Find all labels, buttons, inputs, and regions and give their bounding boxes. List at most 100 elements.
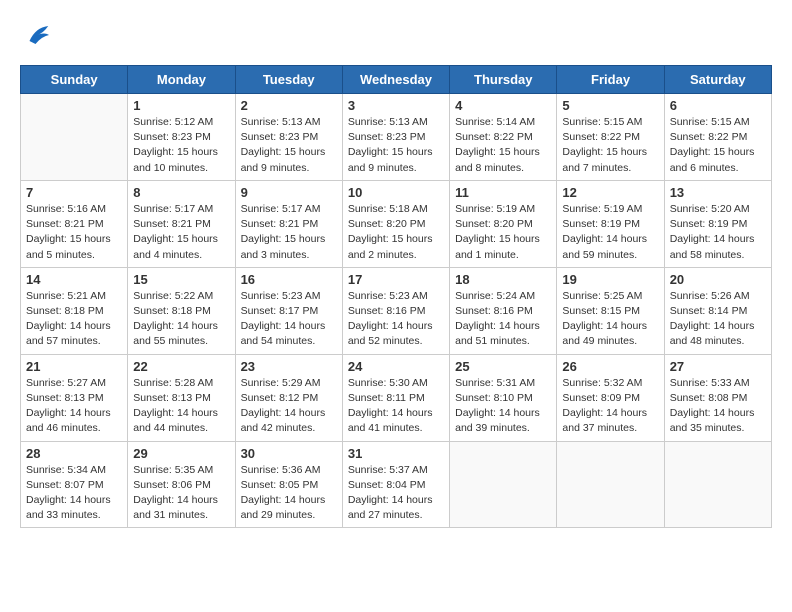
day-number: 28 (26, 446, 122, 461)
weekday-header-monday: Monday (128, 66, 235, 94)
calendar-cell (557, 441, 664, 528)
day-number: 30 (241, 446, 337, 461)
day-info: Sunrise: 5:12 AMSunset: 8:23 PMDaylight:… (133, 115, 229, 176)
calendar-header: SundayMondayTuesdayWednesdayThursdayFrid… (21, 66, 772, 94)
calendar-week-5: 28Sunrise: 5:34 AMSunset: 8:07 PMDayligh… (21, 441, 772, 528)
calendar-cell: 17Sunrise: 5:23 AMSunset: 8:16 PMDayligh… (342, 267, 449, 354)
day-number: 10 (348, 185, 444, 200)
day-info: Sunrise: 5:15 AMSunset: 8:22 PMDaylight:… (670, 115, 766, 176)
weekday-header-friday: Friday (557, 66, 664, 94)
calendar-cell: 18Sunrise: 5:24 AMSunset: 8:16 PMDayligh… (450, 267, 557, 354)
weekday-header-sunday: Sunday (21, 66, 128, 94)
day-info: Sunrise: 5:31 AMSunset: 8:10 PMDaylight:… (455, 376, 551, 437)
day-number: 25 (455, 359, 551, 374)
calendar-cell: 12 Sunrise: 5:19 AMSunset: 8:19 PMDayligh… (557, 180, 664, 267)
calendar-cell (664, 441, 771, 528)
day-info: Sunrise: 5:25 AMSunset: 8:15 PMDaylight:… (562, 289, 658, 350)
day-info: Sunrise: 5:26 AMSunset: 8:14 PMDaylight:… (670, 289, 766, 350)
calendar-cell: 30 Sunrise: 5:36 AMSunset: 8:05 PMDayligh… (235, 441, 342, 528)
day-number: 12 (562, 185, 658, 200)
calendar-week-4: 21 Sunrise: 5:27 AMSunset: 8:13 PMDayligh… (21, 354, 772, 441)
day-info: Sunrise: 5:13 AMSunset: 8:23 PMDaylight:… (241, 115, 337, 176)
calendar-cell: 7 Sunrise: 5:16 AMSunset: 8:21 PMDaylight… (21, 180, 128, 267)
day-info: Sunrise: 5:28 AMSunset: 8:13 PMDaylight:… (133, 376, 229, 437)
calendar-week-1: 1 Sunrise: 5:12 AMSunset: 8:23 PMDaylight… (21, 94, 772, 181)
day-info: Sunrise: 5:22 AMSunset: 8:18 PMDaylight:… (133, 289, 229, 350)
day-number: 1 (133, 98, 229, 113)
day-info: Sunrise: 5:36 AMSunset: 8:05 PMDaylight:… (241, 463, 337, 524)
day-number: 7 (26, 185, 122, 200)
day-info: Sunrise: 5:18 AMSunset: 8:20 PMDaylight:… (348, 202, 444, 263)
calendar-cell: 24 Sunrise: 5:30 AMSunset: 8:11 PMDayligh… (342, 354, 449, 441)
calendar-cell: 1 Sunrise: 5:12 AMSunset: 8:23 PMDaylight… (128, 94, 235, 181)
day-number: 16 (241, 272, 337, 287)
day-number: 26 (562, 359, 658, 374)
calendar-cell: 3Sunrise: 5:13 AMSunset: 8:23 PMDaylight… (342, 94, 449, 181)
day-info: Sunrise: 5:21 AMSunset: 8:18 PMDaylight:… (26, 289, 122, 350)
calendar-cell: 13 Sunrise: 5:20 AMSunset: 8:19 PMDayligh… (664, 180, 771, 267)
day-number: 24 (348, 359, 444, 374)
calendar-cell (450, 441, 557, 528)
calendar-cell: 31 Sunrise: 5:37 AMSunset: 8:04 PMDayligh… (342, 441, 449, 528)
calendar-cell: 16 Sunrise: 5:23 AMSunset: 8:17 PMDayligh… (235, 267, 342, 354)
day-info: Sunrise: 5:17 AMSunset: 8:21 PMDaylight:… (241, 202, 337, 263)
day-number: 21 (26, 359, 122, 374)
calendar-cell: 22Sunrise: 5:28 AMSunset: 8:13 PMDayligh… (128, 354, 235, 441)
day-number: 13 (670, 185, 766, 200)
day-info: Sunrise: 5:37 AMSunset: 8:04 PMDaylight:… (348, 463, 444, 524)
calendar-cell: 28Sunrise: 5:34 AMSunset: 8:07 PMDayligh… (21, 441, 128, 528)
day-number: 6 (670, 98, 766, 113)
calendar-table: SundayMondayTuesdayWednesdayThursdayFrid… (20, 65, 772, 528)
day-number: 27 (670, 359, 766, 374)
calendar-cell: 26Sunrise: 5:32 AMSunset: 8:09 PMDayligh… (557, 354, 664, 441)
day-number: 15 (133, 272, 229, 287)
calendar-cell: 20 Sunrise: 5:26 AMSunset: 8:14 PMDayligh… (664, 267, 771, 354)
calendar-cell: 27 Sunrise: 5:33 AMSunset: 8:08 PMDayligh… (664, 354, 771, 441)
day-number: 19 (562, 272, 658, 287)
calendar-cell: 25 Sunrise: 5:31 AMSunset: 8:10 PMDayligh… (450, 354, 557, 441)
day-info: Sunrise: 5:19 AMSunset: 8:19 PMDaylight:… (562, 202, 658, 263)
calendar-week-3: 14 Sunrise: 5:21 AMSunset: 8:18 PMDayligh… (21, 267, 772, 354)
day-info: Sunrise: 5:16 AMSunset: 8:21 PMDaylight:… (26, 202, 122, 263)
calendar-cell: 23Sunrise: 5:29 AMSunset: 8:12 PMDayligh… (235, 354, 342, 441)
calendar-cell (21, 94, 128, 181)
day-info: Sunrise: 5:23 AMSunset: 8:17 PMDaylight:… (241, 289, 337, 350)
day-number: 17 (348, 272, 444, 287)
calendar-cell: 10 Sunrise: 5:18 AMSunset: 8:20 PMDayligh… (342, 180, 449, 267)
weekday-header-thursday: Thursday (450, 66, 557, 94)
day-info: Sunrise: 5:27 AMSunset: 8:13 PMDaylight:… (26, 376, 122, 437)
day-info: Sunrise: 5:17 AMSunset: 8:21 PMDaylight:… (133, 202, 229, 263)
calendar-week-2: 7 Sunrise: 5:16 AMSunset: 8:21 PMDaylight… (21, 180, 772, 267)
day-number: 11 (455, 185, 551, 200)
day-number: 20 (670, 272, 766, 287)
day-info: Sunrise: 5:15 AMSunset: 8:22 PMDaylight:… (562, 115, 658, 176)
calendar-cell: 14 Sunrise: 5:21 AMSunset: 8:18 PMDayligh… (21, 267, 128, 354)
day-number: 8 (133, 185, 229, 200)
logo (20, 20, 52, 55)
calendar-cell: 2 Sunrise: 5:13 AMSunset: 8:23 PMDaylight… (235, 94, 342, 181)
calendar-cell: 5 Sunrise: 5:15 AMSunset: 8:22 PMDaylight… (557, 94, 664, 181)
day-number: 23 (241, 359, 337, 374)
calendar-cell: 19 Sunrise: 5:25 AMSunset: 8:15 PMDayligh… (557, 267, 664, 354)
day-info: Sunrise: 5:35 AMSunset: 8:06 PMDaylight:… (133, 463, 229, 524)
day-info: Sunrise: 5:20 AMSunset: 8:19 PMDaylight:… (670, 202, 766, 263)
day-number: 31 (348, 446, 444, 461)
day-number: 9 (241, 185, 337, 200)
day-number: 14 (26, 272, 122, 287)
calendar-cell: 21 Sunrise: 5:27 AMSunset: 8:13 PMDayligh… (21, 354, 128, 441)
day-info: Sunrise: 5:33 AMSunset: 8:08 PMDaylight:… (670, 376, 766, 437)
calendar-cell: 11 Sunrise: 5:19 AMSunset: 8:20 PMDayligh… (450, 180, 557, 267)
day-info: Sunrise: 5:14 AMSunset: 8:22 PMDaylight:… (455, 115, 551, 176)
day-number: 2 (241, 98, 337, 113)
weekday-header-tuesday: Tuesday (235, 66, 342, 94)
day-number: 3 (348, 98, 444, 113)
calendar-cell: 29Sunrise: 5:35 AMSunset: 8:06 PMDayligh… (128, 441, 235, 528)
weekday-header-saturday: Saturday (664, 66, 771, 94)
day-info: Sunrise: 5:19 AMSunset: 8:20 PMDaylight:… (455, 202, 551, 263)
calendar-cell: 9 Sunrise: 5:17 AMSunset: 8:21 PMDaylight… (235, 180, 342, 267)
weekday-header-wednesday: Wednesday (342, 66, 449, 94)
day-number: 5 (562, 98, 658, 113)
day-info: Sunrise: 5:30 AMSunset: 8:11 PMDaylight:… (348, 376, 444, 437)
day-number: 18 (455, 272, 551, 287)
day-number: 4 (455, 98, 551, 113)
